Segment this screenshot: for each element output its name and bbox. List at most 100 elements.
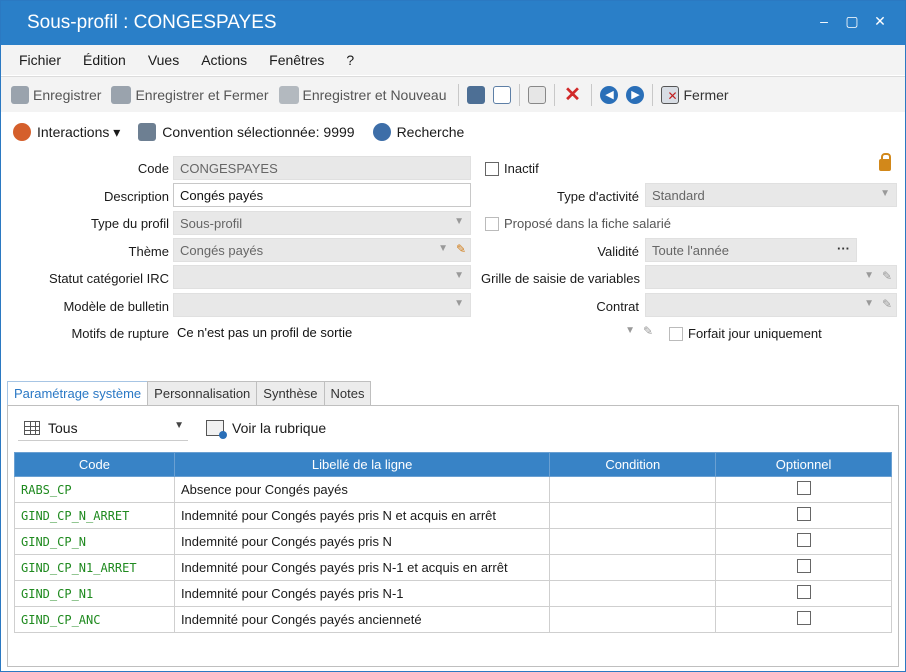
optionnel-checkbox[interactable] xyxy=(796,481,811,495)
row-condition[interactable] xyxy=(549,528,717,555)
col-optionnel-header[interactable]: Optionnel xyxy=(715,452,892,477)
tab-personnalisation[interactable]: Personnalisation xyxy=(147,381,258,405)
row-code[interactable]: GIND_CP_N1 xyxy=(14,580,175,607)
interactions-menu[interactable]: Interactions ▾ xyxy=(13,123,120,141)
tab-parametrage[interactable]: Paramétrage système xyxy=(7,381,149,407)
previous-icon[interactable]: ◀ xyxy=(600,85,619,104)
maximize-button[interactable]: ▢ xyxy=(845,13,859,30)
code-label: Code xyxy=(137,161,169,176)
row-label[interactable]: Indemnité pour Congés payés pris N-1 xyxy=(173,580,551,607)
row-optionnel[interactable] xyxy=(715,528,892,555)
chevron-down-icon: ▼ xyxy=(625,325,635,336)
motifs-select[interactable]: Ce n'est pas un profil de sortie ▼ ✎ xyxy=(173,321,663,345)
menu-help[interactable]: ? xyxy=(346,52,354,68)
validite-field[interactable]: Toute l'année ··· xyxy=(645,238,857,262)
save-close-button[interactable]: Enregistrer et Fermer xyxy=(111,85,269,104)
next-icon[interactable]: ▶ xyxy=(626,85,645,104)
row-condition[interactable] xyxy=(549,554,717,581)
row-optionnel[interactable] xyxy=(715,502,892,529)
optionnel-checkbox[interactable] xyxy=(796,611,811,625)
contrat-select[interactable]: ▼ ✎ xyxy=(645,293,897,317)
optionnel-checkbox[interactable] xyxy=(796,507,811,521)
table-row[interactable]: GIND_CP_N1 Indemnité pour Congés payés p… xyxy=(14,580,892,607)
row-optionnel[interactable] xyxy=(715,580,892,607)
copy-icon[interactable] xyxy=(528,85,547,104)
row-label[interactable]: Absence pour Congés payés xyxy=(173,476,551,503)
tab-notes[interactable]: Notes xyxy=(323,381,372,405)
row-condition[interactable] xyxy=(549,580,717,607)
tab-synthese[interactable]: Synthèse xyxy=(256,381,325,405)
print-icon[interactable] xyxy=(467,85,486,104)
optionnel-checkbox[interactable] xyxy=(796,533,811,547)
modele-select[interactable]: ▼ xyxy=(173,293,471,317)
table-row[interactable]: RABS_CP Absence pour Congés payés xyxy=(14,476,892,503)
row-code[interactable]: RABS_CP xyxy=(14,476,175,503)
voir-rubrique-button[interactable]: Voir la rubrique xyxy=(206,420,326,439)
pencil-icon[interactable]: ✎ xyxy=(882,297,892,311)
table-row[interactable]: GIND_CP_ANC Indemnité pour Congés payés … xyxy=(14,606,892,633)
ellipsis-icon[interactable]: ··· xyxy=(837,241,850,256)
row-condition[interactable] xyxy=(549,606,717,633)
row-label[interactable]: Indemnité pour Congés payés ancienneté xyxy=(173,606,551,633)
row-optionnel[interactable] xyxy=(715,554,892,581)
optionnel-checkbox[interactable] xyxy=(796,559,811,573)
description-input[interactable]: Congés payés xyxy=(173,183,471,207)
close-window-button[interactable]: ✕ xyxy=(873,13,887,30)
toolbar-divider xyxy=(554,83,556,106)
filter-select[interactable]: Tous ▼ xyxy=(18,415,188,441)
optionnel-checkbox[interactable] xyxy=(796,585,811,599)
menu-fenetres[interactable]: Fenêtres xyxy=(269,52,324,68)
minimize-button[interactable]: – xyxy=(817,13,831,30)
pencil-icon[interactable]: ✎ xyxy=(456,242,466,256)
menu-actions[interactable]: Actions xyxy=(201,52,247,68)
col-condition-header[interactable]: Condition xyxy=(549,452,717,477)
forfait-label: Forfait jour uniquement xyxy=(688,326,822,341)
table-row[interactable]: GIND_CP_N_ARRET Indemnité pour Congés pa… xyxy=(14,502,892,529)
save-label: Enregistrer xyxy=(33,86,102,103)
menu-fichier[interactable]: Fichier xyxy=(19,52,61,68)
row-code[interactable]: GIND_CP_N xyxy=(14,528,175,555)
menu-vues[interactable]: Vues xyxy=(148,52,179,68)
lock-icon xyxy=(879,153,891,171)
pencil-icon[interactable]: ✎ xyxy=(882,269,892,283)
code-field: CONGESPAYES xyxy=(173,156,471,180)
chevron-down-icon: ▼ xyxy=(864,270,874,281)
search-button[interactable]: Recherche xyxy=(372,123,464,141)
col-libelle-header[interactable]: Libellé de la ligne xyxy=(173,452,551,477)
save-button[interactable]: Enregistrer xyxy=(11,85,102,104)
row-condition[interactable] xyxy=(549,476,717,503)
row-label[interactable]: Indemnité pour Congés payés pris N xyxy=(173,528,551,555)
row-code[interactable]: GIND_CP_N_ARRET xyxy=(14,502,175,529)
close-button[interactable]: Fermer xyxy=(661,85,729,104)
statut-select[interactable]: ▼ xyxy=(173,265,471,289)
convention-icon xyxy=(138,123,157,141)
menu-bar: Fichier Édition Vues Actions Fenêtres ? xyxy=(1,45,905,75)
inactif-checkbox[interactable] xyxy=(485,162,499,176)
toolbar: Enregistrer Enregistrer et Fermer Enregi… xyxy=(1,76,905,112)
secondary-toolbar: Interactions ▾ Convention sélectionnée: … xyxy=(1,117,905,147)
grille-select[interactable]: ▼ ✎ xyxy=(645,265,897,289)
col-code-header[interactable]: Code xyxy=(14,452,175,477)
row-optionnel[interactable] xyxy=(715,476,892,503)
row-label[interactable]: Indemnité pour Congés payés pris N-1 et … xyxy=(173,554,551,581)
table-row[interactable]: GIND_CP_N Indemnité pour Congés payés pr… xyxy=(14,528,892,555)
pencil-icon[interactable]: ✎ xyxy=(643,324,653,338)
theme-value: Congés payés xyxy=(180,243,264,258)
convention-button[interactable]: Convention sélectionnée: 9999 xyxy=(138,123,355,141)
delete-icon[interactable]: ✕ xyxy=(563,85,581,105)
forfait-checkbox[interactable] xyxy=(669,327,683,341)
filter-selected-value: Tous xyxy=(48,419,78,436)
row-condition[interactable] xyxy=(549,502,717,529)
type-activite-select[interactable]: Standard ▼ xyxy=(645,183,897,207)
save-new-button[interactable]: Enregistrer et Nouveau xyxy=(278,85,446,104)
row-optionnel[interactable] xyxy=(715,606,892,633)
propose-checkbox[interactable] xyxy=(485,217,499,231)
row-code[interactable]: GIND_CP_N1_ARRET xyxy=(14,554,175,581)
theme-select[interactable]: Congés payés ▼ ✎ xyxy=(173,238,471,262)
row-label[interactable]: Indemnité pour Congés payés pris N et ac… xyxy=(173,502,551,529)
row-code[interactable]: GIND_CP_ANC xyxy=(14,606,175,633)
type-profil-select[interactable]: Sous-profil ▼ xyxy=(173,211,471,235)
menu-edition[interactable]: Édition xyxy=(83,52,126,68)
table-row[interactable]: GIND_CP_N1_ARRET Indemnité pour Congés p… xyxy=(14,554,892,581)
print-preview-icon[interactable] xyxy=(493,85,512,104)
